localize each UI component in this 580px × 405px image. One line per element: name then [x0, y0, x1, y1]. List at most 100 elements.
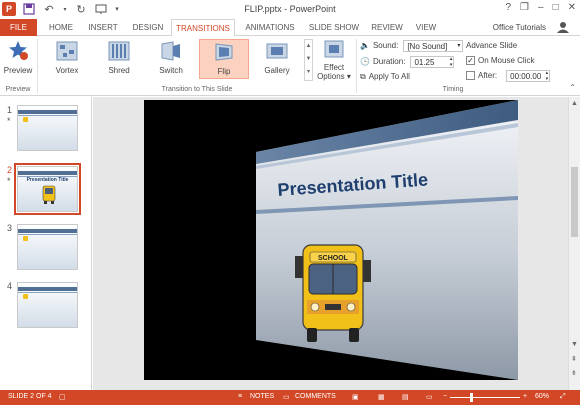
- tab-design[interactable]: DESIGN: [128, 19, 168, 36]
- transition-vortex[interactable]: Vortex: [42, 39, 92, 79]
- transitions-group-label: Transition to This Slide: [161, 86, 233, 93]
- gallery-icon: [266, 43, 288, 59]
- shred-icon: [108, 41, 130, 61]
- sound-label: Sound:: [372, 41, 399, 50]
- tab-insert[interactable]: INSERT: [82, 19, 124, 36]
- slide-number: 2: [7, 165, 13, 175]
- comments-icon: ▭: [283, 394, 290, 401]
- scroll-up-icon[interactable]: ▲: [571, 100, 578, 107]
- ribbon-panel: Preview Preview Vortex Shred Switch Flip: [0, 36, 580, 96]
- more-icon[interactable]: ▾: [305, 66, 312, 79]
- maximize-icon[interactable]: □: [553, 2, 559, 13]
- duration-label: Duration:: [372, 57, 406, 66]
- reading-view-icon[interactable]: ▤: [402, 393, 409, 401]
- next-slide-icon[interactable]: ⇟: [571, 369, 577, 377]
- account-name[interactable]: Office Tutorials: [493, 23, 546, 32]
- apply-to-all-button[interactable]: ⧉ Apply To All: [360, 70, 410, 83]
- fit-slide-icon[interactable]: ⤢: [560, 393, 566, 401]
- duration-clock-icon: 🕒: [360, 57, 370, 66]
- zoom-in-icon[interactable]: +: [523, 393, 527, 400]
- transition-label: Shred: [108, 66, 130, 75]
- slide-thumbnail-1[interactable]: [17, 105, 78, 151]
- close-icon[interactable]: ✕: [568, 2, 576, 13]
- preview-star-icon: [9, 41, 28, 60]
- tab-view[interactable]: VIEW: [411, 19, 441, 36]
- transition-switch[interactable]: Switch: [146, 39, 196, 79]
- transition-gallery-scroll[interactable]: ▲ ▼ ▾: [304, 39, 313, 81]
- school-bus-illustration: SCHOOL: [295, 244, 371, 342]
- normal-view-icon[interactable]: ▣: [352, 393, 359, 401]
- bus-icon: [23, 236, 28, 241]
- scroll-up-icon[interactable]: ▲: [305, 40, 312, 53]
- zoom-slider-handle[interactable]: [470, 393, 473, 402]
- sound-icon: 🔈: [360, 41, 370, 50]
- tab-animations[interactable]: ANIMATIONS: [240, 19, 300, 36]
- previous-slide-icon[interactable]: ⇞: [571, 355, 577, 363]
- slide-thumbnail-4[interactable]: [17, 282, 78, 328]
- tab-file[interactable]: FILE: [0, 19, 37, 36]
- title-bar: P ↶ ▾ ↻ ▾ FLIP.pptx - PowerPoint ? ❐ – □…: [0, 0, 580, 19]
- scrollbar-thumb[interactable]: [571, 167, 578, 237]
- after-checkbox[interactable]: [466, 71, 475, 80]
- collapse-ribbon-icon[interactable]: ⌃: [569, 83, 576, 92]
- zoom-slider[interactable]: [450, 397, 520, 398]
- transition-label: Flip: [217, 67, 231, 76]
- flip-transition-preview: Presentation Title SCHOOL: [144, 100, 518, 380]
- tab-transitions[interactable]: TRANSITIONS: [171, 19, 235, 37]
- window-controls: ? ❐ – □ ✕: [505, 2, 576, 13]
- slide-thumbnail-pane: 1 * 2 * Presentation Title 3 4: [0, 97, 92, 390]
- window-title: FLIP.pptx - PowerPoint: [244, 4, 336, 14]
- duration-spinner-icon[interactable]: ▴ ▾: [450, 56, 453, 68]
- effect-options-label-2: Options ▾: [317, 72, 351, 81]
- vortex-icon: [56, 41, 78, 61]
- effect-options-button[interactable]: Effect Options ▾: [317, 39, 351, 81]
- transition-shred[interactable]: Shred: [94, 39, 144, 79]
- duration-value: 01.25: [414, 57, 435, 67]
- sound-select-value: [No Sound]: [407, 41, 448, 51]
- zoom-out-icon[interactable]: −: [443, 393, 447, 400]
- preview-button[interactable]: Preview: [2, 39, 34, 78]
- tab-slide-show[interactable]: SLIDE SHOW: [305, 19, 363, 36]
- after-spinner-icon[interactable]: ▴ ▾: [546, 70, 549, 82]
- scroll-down-icon[interactable]: ▼: [571, 341, 578, 348]
- on-mouse-click-checkbox[interactable]: ✓: [466, 56, 475, 65]
- minimize-icon[interactable]: –: [538, 2, 544, 13]
- spell-check-icon[interactable]: ▢: [59, 393, 66, 401]
- transition-flip[interactable]: Flip: [199, 39, 249, 79]
- status-bar: SLIDE 2 OF 4 ▢ ≡ NOTES ▭ COMMENTS ▣ ▦ ▤ …: [0, 390, 580, 405]
- account-avatar-icon[interactable]: [556, 21, 570, 33]
- slide-sorter-icon[interactable]: ▦: [378, 393, 385, 401]
- slide-thumbnail-3[interactable]: [17, 224, 78, 270]
- ribbon-divider: [356, 39, 357, 93]
- sound-select[interactable]: [No Sound] ▾: [403, 39, 464, 52]
- bus-sign-text: SCHOOL: [318, 255, 349, 262]
- bus-icon: [23, 117, 28, 122]
- transition-indicator-icon: *: [7, 116, 11, 126]
- flip-icon: [215, 43, 233, 61]
- transition-indicator-icon: *: [7, 176, 11, 186]
- preview-group-label: Preview: [5, 86, 31, 93]
- apply-to-all-icon: ⧉: [360, 71, 366, 81]
- notes-button[interactable]: NOTES: [250, 393, 274, 400]
- apply-to-all-label: Apply To All: [368, 72, 410, 81]
- ribbon-display-icon[interactable]: ❐: [520, 2, 529, 13]
- timing-group-label: Timing: [442, 86, 464, 93]
- zoom-level[interactable]: 60%: [535, 393, 549, 400]
- notes-icon: ≡: [238, 393, 243, 400]
- vertical-scrollbar[interactable]: ▲ ▼ ⇞ ⇟: [568, 97, 580, 390]
- slide-counter: SLIDE 2 OF 4: [8, 393, 52, 400]
- scroll-down-icon[interactable]: ▼: [305, 53, 312, 66]
- transition-label: Switch: [159, 66, 183, 75]
- on-mouse-click-row[interactable]: ✓ On Mouse Click: [466, 54, 534, 67]
- duration-field[interactable]: 01.25 ▴ ▾: [410, 55, 455, 68]
- advance-slide-heading: Advance Slide: [466, 41, 518, 50]
- help-icon[interactable]: ?: [505, 2, 511, 13]
- tab-review[interactable]: REVIEW: [367, 19, 407, 36]
- transition-label: Gallery: [264, 66, 290, 75]
- after-time-field[interactable]: 00:00.00 ▴ ▾: [506, 69, 551, 82]
- after-row: After: 00:00.00 ▴ ▾: [466, 69, 551, 82]
- slideshow-view-icon[interactable]: ▭: [426, 393, 433, 401]
- tab-home[interactable]: HOME: [43, 19, 79, 36]
- transition-gallery[interactable]: Gallery: [252, 39, 302, 79]
- comments-button[interactable]: COMMENTS: [295, 393, 336, 400]
